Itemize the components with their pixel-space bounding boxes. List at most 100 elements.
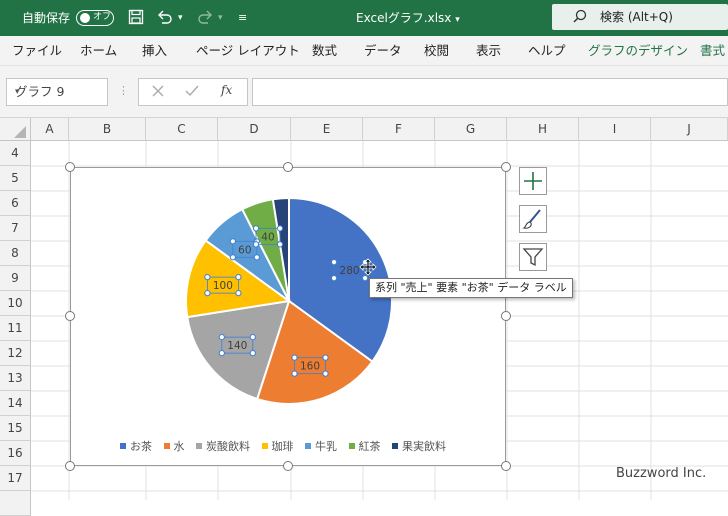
customize-qat-icon[interactable]: ≡ xyxy=(238,0,247,36)
column-header[interactable]: E xyxy=(291,118,363,141)
chart-legend[interactable]: お茶 水 炭酸飲料 珈琲 牛乳 紅茶 果実飲料 xyxy=(120,438,454,454)
row-header[interactable]: 14 xyxy=(0,391,31,416)
data-label-handle[interactable] xyxy=(204,290,211,297)
resize-handle[interactable] xyxy=(65,461,75,471)
enter-icon[interactable] xyxy=(185,84,199,101)
data-label-handle[interactable] xyxy=(253,254,260,261)
data-label-handle[interactable] xyxy=(361,275,369,282)
column-header[interactable]: I xyxy=(579,118,651,141)
row-header[interactable]: 16 xyxy=(0,441,31,466)
chart-area[interactable]: 280 160 140 100 60 40 xyxy=(70,167,506,466)
data-label-handle[interactable] xyxy=(229,238,236,245)
resize-handle[interactable] xyxy=(501,311,511,321)
save-icon[interactable] xyxy=(128,0,144,36)
column-header[interactable]: C xyxy=(146,118,218,141)
undo-dropdown-icon[interactable]: ▾ xyxy=(178,0,183,36)
data-label-handle[interactable] xyxy=(276,225,284,232)
data-label-handle[interactable] xyxy=(330,259,338,266)
resize-handle[interactable] xyxy=(501,461,511,471)
pie-chart[interactable]: 280 160 140 100 60 40 xyxy=(71,168,507,467)
chart-filters-button[interactable] xyxy=(519,243,547,271)
data-label-handle[interactable] xyxy=(218,350,225,357)
data-label-handle[interactable] xyxy=(204,274,211,281)
row-header[interactable]: 13 xyxy=(0,366,31,391)
tab-data[interactable]: データ xyxy=(364,36,402,66)
tab-insert[interactable]: 挿入 xyxy=(142,36,167,66)
data-label-handle[interactable] xyxy=(218,334,225,341)
brush-icon xyxy=(522,209,541,229)
resize-handle[interactable] xyxy=(283,461,293,471)
data-label[interactable]: 160 xyxy=(300,361,320,373)
row-header[interactable] xyxy=(0,491,31,516)
row-header[interactable]: 8 xyxy=(0,241,31,266)
data-label[interactable]: 280 xyxy=(340,265,360,277)
legend-label: 牛乳 xyxy=(315,440,337,453)
cancel-icon[interactable] xyxy=(151,84,165,101)
data-label[interactable]: 100 xyxy=(213,280,233,292)
tab-format[interactable]: 書式 xyxy=(700,36,725,66)
row-header[interactable]: 17 xyxy=(0,466,31,491)
data-label-handle[interactable] xyxy=(249,334,256,341)
column-header[interactable]: H xyxy=(507,118,579,141)
resize-handle[interactable] xyxy=(501,162,511,172)
row-header[interactable]: 6 xyxy=(0,191,31,216)
insert-function-icon[interactable]: fx xyxy=(221,83,232,97)
search-box[interactable]: 検索 (Alt+Q) xyxy=(552,4,728,30)
legend-swatch xyxy=(348,443,355,449)
chart-styles-button[interactable] xyxy=(519,205,547,233)
data-label[interactable]: 140 xyxy=(227,340,247,352)
autosave-toggle[interactable]: オフ xyxy=(76,10,114,26)
row-header[interactable]: 5 xyxy=(0,166,31,191)
row-header[interactable]: 4 xyxy=(0,141,31,166)
resize-handle[interactable] xyxy=(283,162,293,172)
data-label-handle[interactable] xyxy=(322,354,329,361)
tab-review[interactable]: 校閲 xyxy=(424,36,449,66)
name-box[interactable]: グラフ 9 ▾ xyxy=(6,78,108,106)
column-header[interactable]: G xyxy=(435,118,507,141)
tab-view[interactable]: 表示 xyxy=(476,36,501,66)
file-name[interactable]: Excelグラフ.xlsx ▾ xyxy=(356,0,460,36)
row-header[interactable]: 15 xyxy=(0,416,31,441)
legend-swatch xyxy=(163,443,170,449)
row-header[interactable]: 10 xyxy=(0,291,31,316)
legend-label: お茶 xyxy=(130,440,152,453)
undo-icon[interactable] xyxy=(156,0,174,36)
data-label-handle[interactable] xyxy=(252,225,260,232)
row-header[interactable]: 9 xyxy=(0,266,31,291)
tab-page-layout[interactable]: ページ レイアウト xyxy=(196,36,300,66)
row-header[interactable]: 11 xyxy=(0,316,31,341)
row-header[interactable]: 12 xyxy=(0,341,31,366)
select-all-corner[interactable] xyxy=(0,118,31,141)
chart-elements-button[interactable] xyxy=(519,167,547,195)
resize-handle[interactable] xyxy=(65,162,75,172)
resize-handle[interactable] xyxy=(65,311,75,321)
tab-file[interactable]: ファイル xyxy=(12,36,62,66)
data-label-handle[interactable] xyxy=(235,290,242,297)
tab-chart-design[interactable]: グラフのデザイン xyxy=(588,36,688,66)
autosave-state: オフ xyxy=(93,12,112,22)
tab-help[interactable]: ヘルプ xyxy=(528,36,566,66)
data-label-handle[interactable] xyxy=(291,370,298,377)
tab-home[interactable]: ホーム xyxy=(80,36,117,66)
data-label-handle[interactable] xyxy=(322,370,329,377)
data-label-handle[interactable] xyxy=(330,275,338,282)
column-header[interactable]: B xyxy=(69,118,146,141)
data-label[interactable]: 60 xyxy=(238,244,251,256)
data-label-handle[interactable] xyxy=(235,274,242,281)
row-header[interactable]: 7 xyxy=(0,216,31,241)
column-header[interactable]: D xyxy=(218,118,291,141)
redo-dropdown-icon[interactable]: ▾ xyxy=(218,0,223,36)
formula-input[interactable] xyxy=(252,78,728,106)
data-label-handle[interactable] xyxy=(249,350,256,357)
data-label-handle[interactable] xyxy=(229,254,236,261)
column-header[interactable]: A xyxy=(31,118,69,141)
data-label-handle[interactable] xyxy=(291,354,298,361)
tab-formulas[interactable]: 数式 xyxy=(312,36,337,66)
column-header[interactable]: F xyxy=(363,118,435,141)
redo-icon[interactable] xyxy=(196,0,214,36)
data-label-handle[interactable] xyxy=(276,241,284,248)
data-label[interactable]: 40 xyxy=(261,231,274,243)
data-label-handle[interactable] xyxy=(252,241,260,248)
column-header[interactable]: J xyxy=(651,118,728,141)
chevron-down-icon[interactable]: ▾ xyxy=(15,79,101,105)
